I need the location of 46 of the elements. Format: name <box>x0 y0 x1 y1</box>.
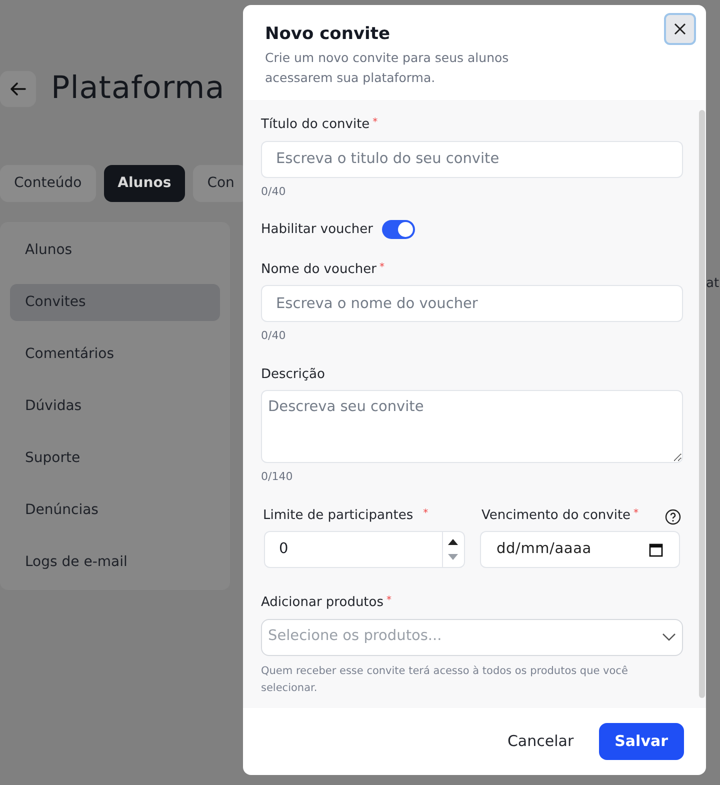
text-field[interactable]: Escreva o titulo do seu convite <box>261 140 683 178</box>
back-button[interactable] <box>0 70 36 106</box>
sidebar-item[interactable]: Convites <box>10 284 220 321</box>
required-mark: * <box>634 506 639 520</box>
required-mark: * <box>379 260 384 274</box>
field-label: Título do convite <box>261 116 370 134</box>
toggle-label: Habilitar voucher <box>261 221 373 239</box>
sidebar-item[interactable]: Alunos <box>10 232 220 269</box>
field-label: Adicionar produtos <box>261 594 384 612</box>
character-counter: 0/140 <box>261 469 294 485</box>
dialog-title: Novo convite <box>265 24 390 44</box>
field-label: Descrição <box>261 366 325 384</box>
sidebar-item[interactable]: Comentários <box>10 336 220 373</box>
help-icon[interactable] <box>665 508 681 524</box>
field-label: Vencimento do convite <box>482 506 631 524</box>
chevron-down-icon <box>662 633 676 641</box>
sidebar-item[interactable]: Logs de e-mail <box>10 544 220 581</box>
hint-text: Quem receber esse convite terá acesso à todos os produtos que você selecionar. <box>261 664 629 696</box>
required-mark: * <box>423 506 428 520</box>
tab[interactable]: Alunos <box>104 165 186 202</box>
date-field[interactable]: dd/mm/aaaa <box>480 531 680 568</box>
cancel-button[interactable]: Cancelar <box>507 730 574 753</box>
product-select[interactable]: Selecione os produtos... <box>261 618 683 656</box>
dialog-subtitle: Crie um novo convite para seus alunos acessarem sua plataforma. <box>265 49 510 87</box>
page-title: Plataforma <box>51 69 225 108</box>
tab[interactable]: Conteúdo <box>0 165 96 202</box>
text-field[interactable]: Escreva o nome do voucher <box>261 285 683 322</box>
sidebar-item[interactable]: Dúvidas <box>10 388 220 425</box>
character-counter: 0/40 <box>261 328 287 344</box>
description-field[interactable]: Descreva seu convite <box>261 390 683 463</box>
sidebar-item[interactable]: Denúncias <box>10 492 220 529</box>
calendar-icon[interactable] <box>649 542 663 556</box>
toggle-switch[interactable] <box>382 220 415 240</box>
arrow-left-icon <box>10 82 26 96</box>
close-icon <box>674 23 686 35</box>
scrollbar[interactable] <box>699 110 705 698</box>
required-mark: * <box>372 116 378 130</box>
sidebar-item[interactable]: Suporte <box>10 440 220 477</box>
required-mark: * <box>386 594 392 608</box>
number-field[interactable]: 0 <box>264 531 464 568</box>
close-button[interactable] <box>664 13 696 45</box>
character-counter: 0/40 <box>261 184 287 200</box>
text-fragment: at <box>706 275 720 293</box>
save-button[interactable]: Salvar <box>598 723 684 760</box>
field-label: Nome do voucher <box>261 260 376 278</box>
field-label: Limite de participantes <box>263 506 414 524</box>
